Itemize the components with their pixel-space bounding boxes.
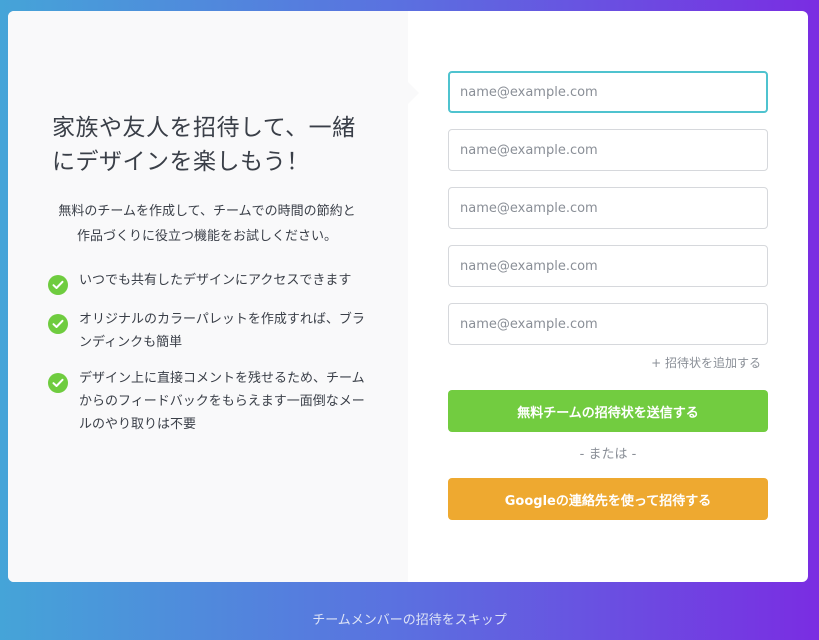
feature-list: いつでも共有したデザインにアクセスできます オリジナルのカラーパレットを作成すれ… <box>48 269 368 436</box>
or-divider: - または - <box>579 447 637 462</box>
send-invites-button[interactable]: 無料チームの招待状を送信する <box>448 390 768 432</box>
page-title: 家族や友人を招待して、一緒にデザインを楽しもう！ <box>52 115 356 175</box>
email-input-2[interactable] <box>448 129 768 171</box>
check-circle-icon <box>48 275 68 295</box>
feature-item: オリジナルのカラーパレットを作成すれば、ブランディンクも簡単 <box>48 308 368 354</box>
email-input-4[interactable] <box>448 245 768 287</box>
feature-text: デザイン上に直接コメントを残せるため、チームからのフィードバックをもらえます一面… <box>79 371 365 432</box>
invite-card: 家族や友人を招待して、一緒にデザインを楽しもう！ 無料のチームを作成して、チーム… <box>8 11 808 582</box>
email-input-3[interactable] <box>448 187 768 229</box>
feature-item: いつでも共有したデザインにアクセスできます <box>48 269 368 295</box>
email-input-5[interactable] <box>448 303 768 345</box>
check-circle-icon <box>48 314 68 334</box>
feature-text: オリジナルのカラーパレットを作成すれば、ブランディンクも簡単 <box>79 312 365 350</box>
skip-invite-link[interactable]: チームメンバーの招待をスキップ <box>0 609 819 628</box>
check-circle-icon <box>48 373 68 393</box>
email-input-1[interactable] <box>448 71 768 113</box>
description-text: 無料のチームを作成して、チームでの時間の節約と作品づくりに役立つ機能をお試しくだ… <box>58 204 356 244</box>
add-invite-link[interactable]: + 招待状を追加する <box>448 353 761 373</box>
feature-item: デザイン上に直接コメントを残せるため、チームからのフィードバックをもらえます一面… <box>48 367 368 436</box>
invite-form: + 招待状を追加する 無料チームの招待状を送信する - または - Google… <box>408 11 808 582</box>
google-contacts-button[interactable]: Googleの連絡先を使って招待する <box>448 478 768 520</box>
feature-text: いつでも共有したデザインにアクセスできます <box>79 273 352 288</box>
info-panel: 家族や友人を招待して、一緒にデザインを楽しもう！ 無料のチームを作成して、チーム… <box>8 11 419 582</box>
